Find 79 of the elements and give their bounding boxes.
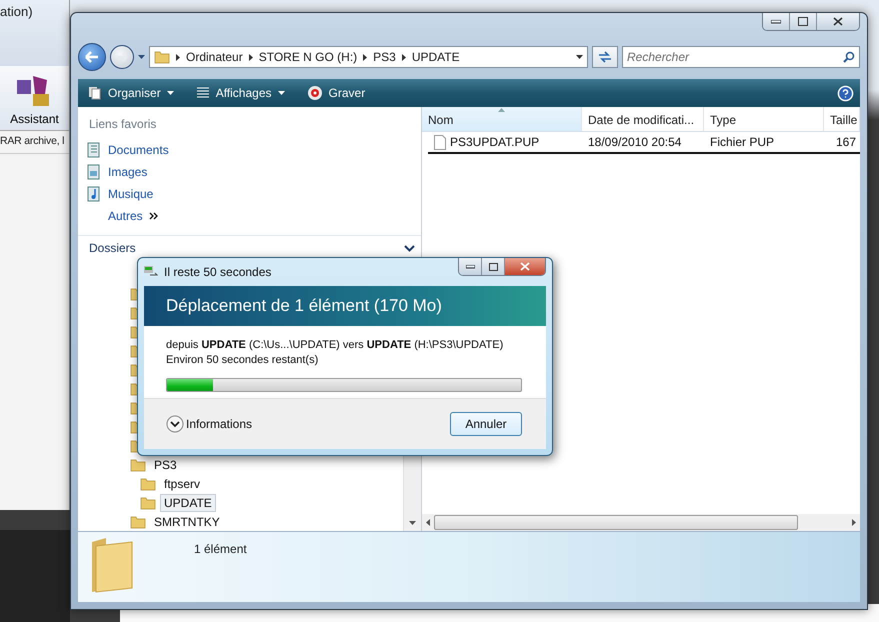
move-details: depuis UPDATE (C:\Us...\UPDATE) vers UPDATE (H:\PS3\UPDATE)	[166, 338, 504, 353]
left-arrow-icon	[426, 519, 430, 526]
caret-icon	[138, 55, 145, 59]
caret-icon	[576, 55, 583, 59]
window-title: ation)	[0, 4, 33, 19]
document-icon	[86, 142, 102, 158]
cancel-button[interactable]: Annuler	[450, 412, 522, 436]
search-field[interactable]: Rechercher	[622, 46, 860, 68]
close-button[interactable]	[505, 258, 545, 275]
horizontal-scrollbar[interactable]	[422, 514, 860, 531]
pages-icon	[88, 86, 102, 100]
minimize-icon	[466, 264, 474, 268]
minimize-icon	[771, 20, 781, 24]
breadcrumb-item[interactable]: Ordinateur	[186, 50, 243, 64]
favorite-link[interactable]: Musique	[78, 183, 421, 205]
favorite-link[interactable]: Documents	[78, 139, 421, 161]
toolbar-button[interactable]: Affichages	[192, 84, 289, 102]
arrow-icon	[248, 54, 253, 60]
arrow-icon	[363, 54, 368, 60]
dialog-title: Il reste 50 secondes	[144, 265, 272, 279]
maximize-button[interactable]	[790, 13, 817, 30]
folder-icon	[140, 494, 156, 510]
favorites-heading: Liens favoris	[88, 116, 158, 133]
folder-icon	[140, 476, 156, 492]
sort-arrow-icon	[498, 108, 505, 112]
refresh-icon	[598, 51, 612, 63]
picture-icon	[86, 164, 102, 180]
back-button[interactable]	[78, 43, 106, 71]
address-bar[interactable]: Ordinateur STORE N GO (H:) PS3 UPDATE	[149, 46, 588, 68]
folder-tree-item[interactable]: PS3	[150, 456, 181, 474]
move-icon	[144, 266, 158, 278]
breadcrumb-item[interactable]: UPDATE	[412, 50, 460, 64]
table-cell-text: 18/09/2010 20:54	[587, 134, 682, 151]
minimize-button[interactable]	[459, 258, 482, 275]
column-header[interactable]: Nom	[422, 107, 582, 131]
maximize-icon	[488, 262, 498, 270]
file-icon	[434, 135, 446, 150]
time-remaining: Environ 50 secondes restant(s)	[166, 353, 320, 368]
folder-icon	[130, 456, 146, 472]
breadcrumb-item[interactable]: PS3	[373, 50, 396, 64]
dialog-header: Déplacement de 1 élément (170 Mo)	[144, 286, 546, 326]
minimize-button[interactable]	[763, 13, 790, 30]
arrow-icon	[176, 54, 180, 60]
close-icon	[520, 262, 530, 271]
folder-tree-item[interactable]: SMRTNTKY	[150, 512, 224, 530]
close-button[interactable]	[817, 13, 859, 30]
assistant-button[interactable]: Assistant	[10, 112, 59, 126]
caret-icon	[166, 91, 174, 95]
folder-icon	[90, 536, 134, 594]
down-arrow-icon	[409, 521, 416, 525]
folder-tree-item[interactable]: UPDATE	[160, 494, 216, 512]
item-count: 1 élément	[194, 541, 247, 558]
favorite-link[interactable]: Autres	[78, 205, 421, 227]
right-arrow-icon	[852, 519, 856, 526]
disc-icon	[306, 85, 323, 101]
table-cell: PS3UPDAT.PUP	[428, 132, 582, 152]
close-icon	[833, 17, 843, 26]
maximize-button[interactable]	[482, 258, 505, 275]
folder-icon	[154, 49, 170, 65]
chevron-icon	[148, 212, 158, 220]
maximize-icon	[798, 17, 808, 26]
breadcrumb-item[interactable]: STORE N GO (H:)	[258, 50, 358, 64]
caret-icon	[278, 91, 285, 95]
list-view-icon	[196, 86, 210, 100]
music-icon	[86, 186, 102, 202]
table-cell-text: Fichier PUP	[709, 134, 776, 151]
help-icon[interactable]	[837, 84, 854, 102]
table-cell-text: 167	[835, 134, 858, 151]
arrow-icon	[402, 54, 406, 60]
folder-tree-item[interactable]: ftpserv	[160, 474, 204, 492]
back-arrow-icon	[85, 51, 99, 63]
list-text: RAR archive, l	[0, 135, 64, 147]
refresh-button[interactable]	[592, 46, 618, 68]
details-expander[interactable]: Informations	[166, 415, 252, 433]
favorite-link[interactable]: Images	[78, 161, 421, 183]
search-icon	[843, 51, 855, 63]
toolbar-button[interactable]: Organiser	[84, 84, 178, 102]
toolbar-button[interactable]: Graver	[302, 83, 370, 103]
forward-button[interactable]	[110, 45, 134, 69]
